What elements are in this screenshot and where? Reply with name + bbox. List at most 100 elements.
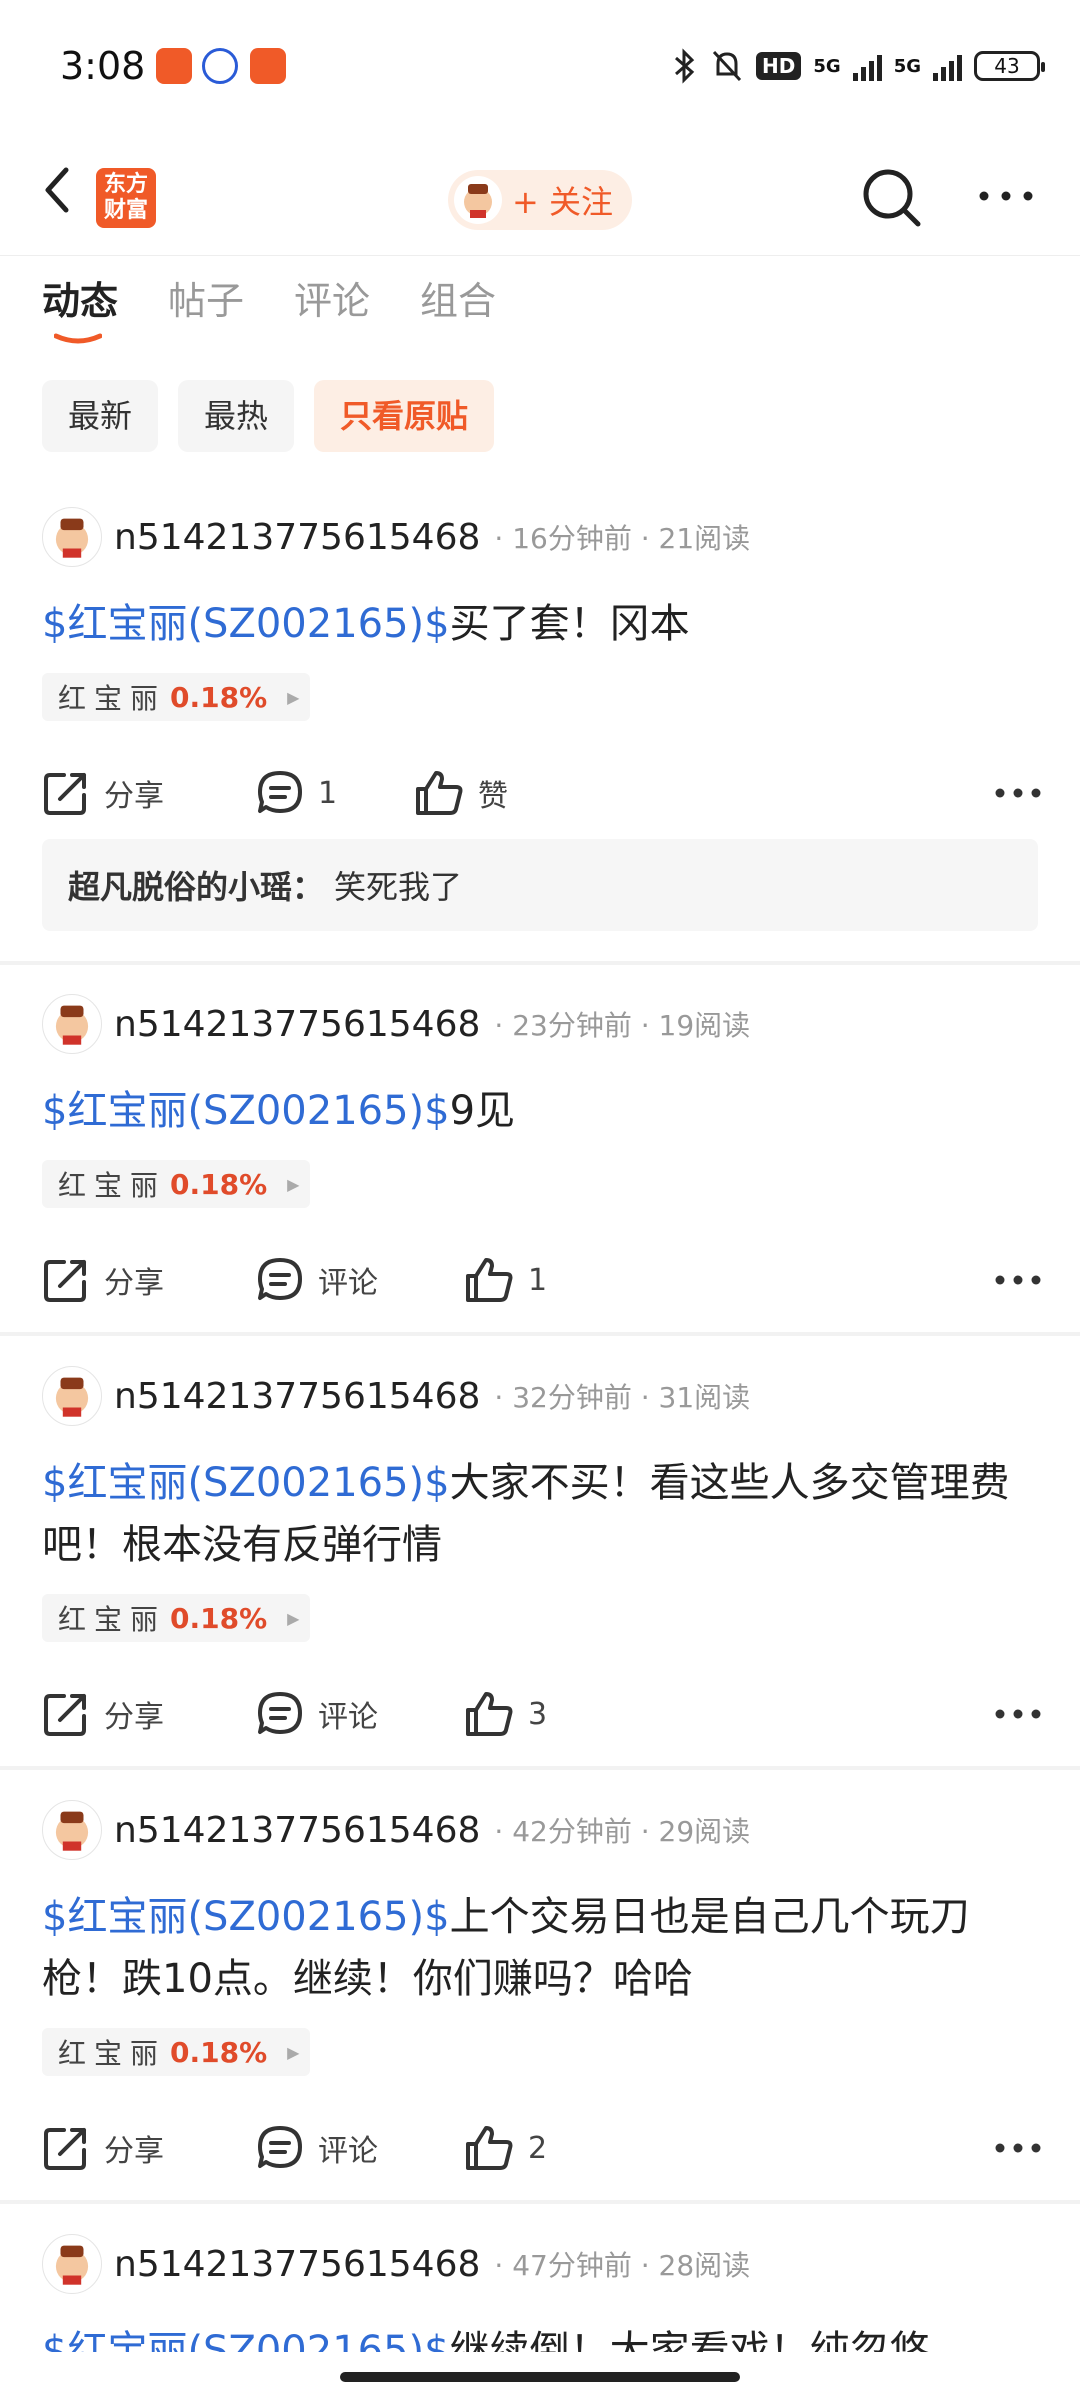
share-label: 分享	[104, 779, 164, 814]
post-body: 9见	[449, 1088, 516, 1134]
post-username[interactable]: n514213775615468	[114, 517, 480, 558]
post-username[interactable]: n514213775615468	[114, 1004, 480, 1045]
stock-chip[interactable]: 红宝丽 0.18% ▶	[42, 1594, 310, 1642]
stock-chip[interactable]: 红宝丽 0.18% ▶	[42, 1160, 310, 1208]
chip-arrow-icon: ▶	[287, 2042, 300, 2062]
signal-icon	[852, 51, 882, 81]
follow-label: + 关注	[512, 183, 613, 221]
stock-link[interactable]: $红宝丽(SZ002165)$	[42, 1460, 450, 1506]
comment-button[interactable]: 评论	[256, 2113, 378, 2183]
search-icon	[863, 169, 921, 227]
chip-stock-name: 红宝丽	[58, 1603, 167, 1636]
share-button[interactable]: 分享	[42, 1679, 164, 1749]
like-button[interactable]: 3	[464, 1679, 547, 1749]
comment-preview[interactable]: 超凡脱俗的小瑶： 笑死我了	[42, 839, 1038, 931]
follow-button[interactable]: + 关注	[448, 170, 632, 230]
post-item[interactable]: n514213775615468 · 42分钟前 · 29阅读 $红宝丽(SZ0…	[0, 1798, 1080, 2204]
post-username[interactable]: n514213775615468	[114, 2244, 480, 2285]
chip-stock-name: 红宝丽	[58, 2037, 167, 2070]
share-button[interactable]: 分享	[42, 1245, 164, 1315]
post-actions: 分享 评论 1	[42, 1245, 1042, 1315]
home-indicator[interactable]	[340, 2372, 740, 2382]
post-item[interactable]: n514213775615468 · 47分钟前 · 28阅读 $红宝丽(SZ0…	[0, 2232, 1080, 2352]
post-body: 买了套！冈本	[449, 601, 690, 647]
share-button[interactable]: 分享	[42, 2113, 164, 2183]
post-username[interactable]: n514213775615468	[114, 1376, 480, 1417]
comment-author[interactable]: 超凡脱俗的小瑶：	[68, 862, 324, 908]
post-more-icon[interactable]	[994, 1265, 1042, 1295]
profile-tabs: 动态 帖子 评论 组合	[42, 270, 496, 350]
back-button[interactable]	[36, 140, 96, 240]
stock-link[interactable]: $红宝丽(SZ002165)$	[42, 1088, 450, 1134]
thumbs-up-icon	[466, 2126, 513, 2170]
filter-hottest[interactable]: 最热	[178, 380, 295, 452]
stock-chip[interactable]: 红宝丽 0.18% ▶	[42, 2028, 310, 2076]
post-content[interactable]: $红宝丽(SZ002165)$9见	[42, 1080, 1042, 1142]
like-button[interactable]: 赞	[414, 758, 508, 828]
post-header: n514213775615468 · 42分钟前 · 29阅读	[42, 1798, 750, 1862]
stock-link[interactable]: $红宝丽(SZ002165)$	[42, 2328, 450, 2352]
share-button[interactable]: 分享	[42, 758, 164, 828]
share-label: 分享	[104, 1266, 164, 1301]
chip-arrow-icon: ▶	[287, 687, 300, 707]
post-item[interactable]: n514213775615468 · 32分钟前 · 31阅读 $红宝丽(SZ0…	[0, 1364, 1080, 1770]
comment-icon	[258, 1258, 302, 1300]
share-label: 分享	[104, 1700, 164, 1735]
post-body: 继续倒！大家看戏！纯忽悠	[449, 2328, 930, 2352]
app-notification-icon	[202, 48, 238, 84]
chip-stock-name: 红宝丽	[58, 682, 167, 715]
post-more-icon[interactable]	[994, 778, 1042, 808]
post-actions: 分享 评论 3	[42, 1679, 1042, 1749]
comment-button[interactable]: 1	[256, 758, 337, 828]
post-content[interactable]: $红宝丽(SZ002165)$大家不买！看这些人多交管理费吧！根本没有反弹行情	[42, 1452, 1042, 1576]
filter-latest[interactable]: 最新	[42, 380, 159, 452]
user-avatar-icon[interactable]	[42, 1366, 102, 1426]
search-button[interactable]	[858, 164, 926, 232]
chip-change-pct: 0.18%	[170, 680, 268, 714]
tab-dynamic[interactable]: 动态	[42, 270, 118, 350]
post-more-icon[interactable]	[994, 2133, 1042, 2163]
post-username[interactable]: n514213775615468	[114, 1810, 480, 1851]
comment-button[interactable]: 评论	[256, 1245, 378, 1315]
user-avatar-icon[interactable]	[42, 1800, 102, 1860]
share-icon	[44, 2128, 86, 2170]
stock-link[interactable]: $红宝丽(SZ002165)$	[42, 1894, 450, 1940]
comment-label: 评论	[318, 2134, 378, 2169]
post-header: n514213775615468 · 32分钟前 · 31阅读	[42, 1364, 750, 1428]
top-nav-bar: 东方 财富 + 关注	[0, 140, 1080, 256]
more-options-button[interactable]	[976, 176, 1036, 216]
chip-change-pct: 0.18%	[170, 1167, 268, 1201]
post-content[interactable]: $红宝丽(SZ002165)$买了套！冈本	[42, 593, 1042, 655]
like-count: 3	[528, 1696, 548, 1732]
post-content[interactable]: $红宝丽(SZ002165)$上个交易日也是自己几个玩刀枪！跌10点。继续！你们…	[42, 1886, 1042, 2010]
tab-portfolio[interactable]: 组合	[420, 270, 496, 350]
back-arrow-icon	[45, 167, 69, 213]
tab-label: 组合	[420, 279, 497, 323]
user-avatar-icon[interactable]	[42, 2234, 102, 2294]
post-meta: · 16分钟前 · 21阅读	[494, 522, 751, 555]
brand-logo[interactable]: 东方 财富	[96, 168, 156, 228]
brand-logo-line1: 东方	[103, 172, 148, 197]
post-more-icon[interactable]	[994, 1699, 1042, 1729]
comment-button[interactable]: 评论	[256, 1679, 378, 1749]
filter-original-only[interactable]: 只看原贴	[314, 380, 495, 452]
user-avatar-icon[interactable]	[42, 507, 102, 567]
like-button[interactable]: 2	[464, 2113, 547, 2183]
network-type: 5G	[813, 55, 841, 77]
chip-arrow-icon: ▶	[287, 1174, 300, 1194]
tab-comments[interactable]: 评论	[294, 270, 370, 350]
like-button[interactable]: 1	[464, 1245, 547, 1315]
post-item[interactable]: n514213775615468 · 23分钟前 · 19阅读 $红宝丽(SZ0…	[0, 992, 1080, 1336]
post-time: 16分钟前	[512, 522, 632, 555]
stock-link[interactable]: $红宝丽(SZ002165)$	[42, 601, 450, 647]
more-dots-icon	[979, 191, 1033, 201]
like-count: 1	[528, 1262, 548, 1298]
tab-posts[interactable]: 帖子	[168, 270, 244, 350]
post-reads: 29阅读	[658, 1815, 751, 1848]
stock-chip[interactable]: 红宝丽 0.18% ▶	[42, 673, 310, 721]
post-reads: 31阅读	[658, 1381, 751, 1414]
post-time: 47分钟前	[512, 2249, 632, 2282]
user-avatar-icon[interactable]	[42, 994, 102, 1054]
post-item[interactable]: n514213775615468 · 16分钟前 · 21阅读 $红宝丽(SZ0…	[0, 505, 1080, 965]
post-content[interactable]: $红宝丽(SZ002165)$继续倒！大家看戏！纯忽悠	[42, 2320, 1042, 2352]
